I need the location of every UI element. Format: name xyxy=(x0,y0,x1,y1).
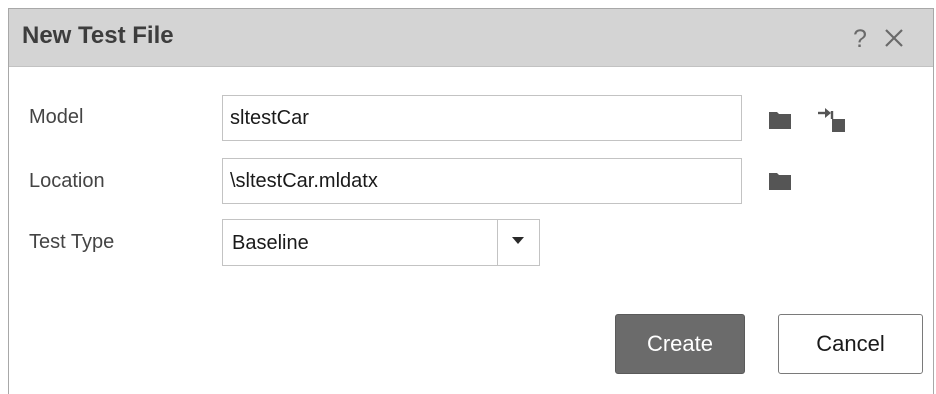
help-icon[interactable]: ? xyxy=(853,25,867,54)
folder-icon[interactable] xyxy=(769,111,791,129)
test-type-value: Baseline xyxy=(232,232,309,254)
new-test-file-dialog: New Test File ? Model Location Test Type… xyxy=(8,8,934,394)
location-input[interactable] xyxy=(222,158,742,204)
chevron-down-icon[interactable] xyxy=(512,237,524,244)
folder-icon[interactable] xyxy=(769,172,791,190)
create-button[interactable]: Create xyxy=(615,314,745,374)
cancel-button[interactable]: Cancel xyxy=(778,314,923,374)
select-divider xyxy=(497,220,498,265)
dialog-title: New Test File xyxy=(22,22,174,49)
location-label: Location xyxy=(29,170,105,192)
open-model-icon[interactable] xyxy=(817,105,847,133)
test-type-label: Test Type xyxy=(29,231,115,253)
model-label: Model xyxy=(29,106,84,128)
dialog-titlebar: New Test File ? xyxy=(9,9,933,67)
test-type-select[interactable]: Baseline xyxy=(222,219,540,266)
model-input[interactable] xyxy=(222,95,742,141)
close-icon[interactable] xyxy=(882,26,906,50)
